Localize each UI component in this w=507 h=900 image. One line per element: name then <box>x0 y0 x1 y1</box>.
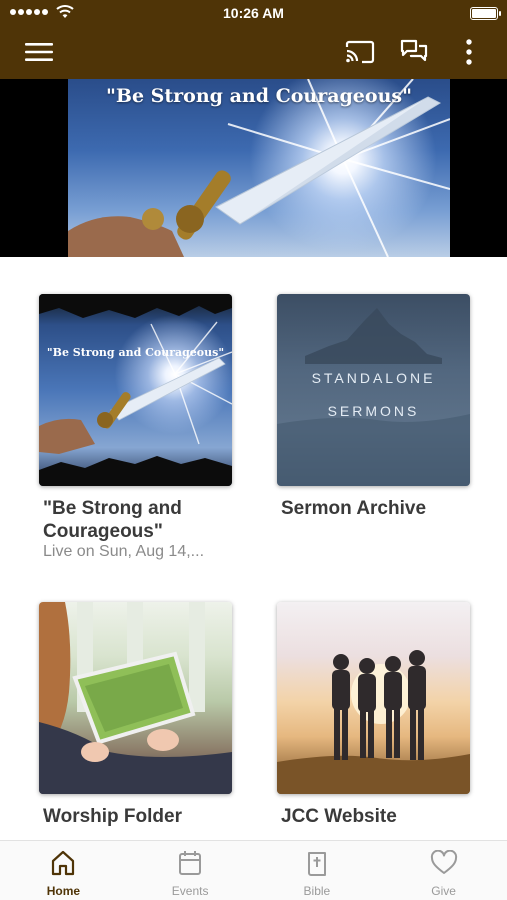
heart-icon <box>430 850 457 874</box>
thumbnail-caption: "Be Strong and Courageous" <box>46 346 225 359</box>
tab-label: Bible <box>303 884 331 898</box>
tab-bible[interactable]: Bible <box>254 841 381 900</box>
more-options-button[interactable] <box>451 35 487 69</box>
status-time: 10:26 AM <box>223 5 284 21</box>
sermon-archive-card[interactable]: STANDALONE SERMONS Sermon Archive <box>277 294 470 524</box>
card-title: Sermon Archive <box>281 498 427 519</box>
worship-folder-thumbnail <box>39 602 232 794</box>
app-toolbar <box>0 26 507 79</box>
tab-events[interactable]: Events <box>127 841 254 900</box>
worship-folder-card[interactable]: Worship Folder <box>39 602 232 834</box>
cast-button[interactable] <box>342 35 378 69</box>
cast-icon <box>345 40 375 64</box>
calendar-icon <box>179 851 202 875</box>
thumbnail-line-2: SERMONS <box>327 403 420 419</box>
featured-banner[interactable]: "Be Strong and Courageous" <box>0 79 507 257</box>
card-title: Worship Folder <box>43 806 182 827</box>
bottom-tab-bar: Home Events Bible Give <box>0 840 507 900</box>
tab-label: Home <box>46 884 81 898</box>
jcc-website-card[interactable]: JCC Website <box>277 602 470 834</box>
bible-icon <box>307 852 326 876</box>
sermon-archive-thumbnail: STANDALONE SERMONS <box>277 294 470 486</box>
tab-give[interactable]: Give <box>380 841 507 900</box>
thumbnail-line-1: STANDALONE <box>311 370 436 386</box>
card-title: "Be Strong and Courageous" <box>43 498 182 542</box>
status-bar: 10:26 AM <box>0 0 507 26</box>
sermon-card-be-strong[interactable]: "Be Strong and Courageous" "Be Strong an… <box>39 294 232 574</box>
tab-label: Give <box>431 884 456 898</box>
banner-image: "Be Strong and Courageous" <box>68 79 450 257</box>
sword-thumbnail-illustration <box>39 294 232 486</box>
chat-bubbles-icon <box>400 39 428 62</box>
home-icon <box>52 850 75 876</box>
more-vertical-icon <box>466 39 472 65</box>
card-subtitle: Live on Sun, Aug 14,... <box>43 543 205 560</box>
card-title: JCC Website <box>281 806 397 827</box>
tab-home[interactable]: Home <box>0 841 127 900</box>
banner-title: "Be Strong and Courageous" <box>106 85 412 107</box>
reading-booklet-illustration <box>39 602 232 794</box>
rock-island-illustration <box>277 308 470 486</box>
friends-sunset-illustration <box>277 650 470 794</box>
jcc-website-thumbnail <box>277 602 470 794</box>
battery-icon <box>470 7 501 20</box>
chat-button[interactable] <box>396 35 432 69</box>
tab-label: Events <box>171 884 209 898</box>
sermon-thumbnail: "Be Strong and Courageous" <box>39 294 232 486</box>
menu-button[interactable] <box>21 35 57 69</box>
hamburger-menu-icon <box>25 43 53 61</box>
